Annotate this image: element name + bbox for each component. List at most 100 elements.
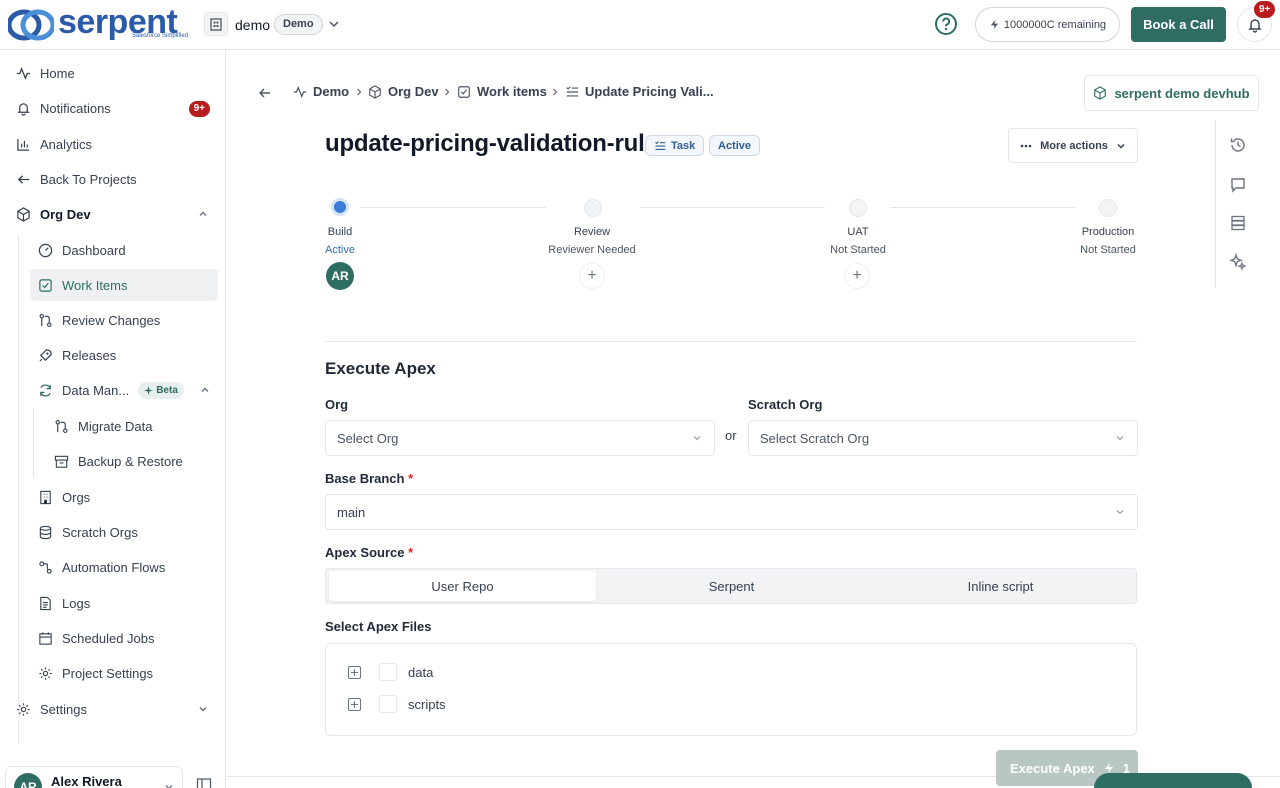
sidebar-item-back-to-projects[interactable]: Back To Projects [8, 163, 218, 195]
chevron-down-icon [165, 785, 173, 788]
user-menu[interactable]: AR Alex Rivera [5, 766, 183, 788]
sidebar-item-dashboard[interactable]: Dashboard [30, 234, 218, 266]
tree-line-nested [33, 408, 34, 478]
tour-guide-pill[interactable] [1094, 773, 1252, 788]
sidebar-item-orgs[interactable]: Orgs [30, 481, 218, 513]
chevron-up-icon[interactable] [198, 209, 208, 219]
sidebar-label: Dashboard [62, 242, 126, 258]
breadcrumb-org-dev[interactable]: Org Dev [368, 84, 439, 99]
calendar-icon [39, 631, 52, 645]
sidebar-item-data-management[interactable]: Data Man... Beta [30, 374, 218, 406]
activity-icon [293, 85, 307, 98]
page-title: update-pricing-validation-rules [325, 130, 671, 157]
sidebar-label: Logs [62, 595, 91, 611]
sidebar-label: Analytics [40, 136, 93, 152]
expand-icon[interactable] [348, 697, 361, 711]
sidebar-item-scratch-orgs[interactable]: Scratch Orgs [30, 516, 218, 548]
sidebar-label: Data Man... [62, 382, 130, 398]
base-branch-label: Base Branch * [325, 471, 413, 486]
stage-build-assignee-avatar[interactable]: AR [326, 262, 354, 290]
task-list-icon [566, 85, 579, 97]
sidebar-item-analytics[interactable]: Analytics [8, 128, 218, 160]
sidebar-item-logs[interactable]: Logs [30, 587, 218, 619]
sidebar-item-project-settings[interactable]: Project Settings [30, 657, 218, 689]
scratch-org-select[interactable]: Select Scratch Org [748, 420, 1138, 456]
sparkles-icon[interactable] [1229, 253, 1247, 271]
sidebar-label: Home [40, 65, 75, 81]
credits-text: 1000000C remaining [1003, 18, 1107, 31]
sidebar-item-backup-restore[interactable]: Backup & Restore [46, 445, 218, 477]
comment-icon[interactable] [1229, 176, 1247, 194]
sidebar-item-notifications[interactable]: Notifications 9+ [8, 92, 218, 124]
required-marker: * [408, 471, 414, 486]
sidebar-item-releases[interactable]: Releases [30, 339, 218, 371]
ellipsis-icon [1020, 144, 1032, 147]
workspace-chevron-down-icon[interactable] [327, 17, 341, 31]
sidebar-label: Orgs [62, 489, 91, 505]
help-icon[interactable] [934, 12, 958, 36]
checkbox-icon [458, 85, 470, 98]
stage-connector [640, 207, 825, 208]
sidebar-item-project[interactable]: Org Dev [8, 198, 218, 230]
workspace-name[interactable]: demo [235, 17, 270, 33]
database-icon [39, 525, 52, 539]
chevron-down-icon [1116, 436, 1124, 441]
book-call-button[interactable]: Book a Call [1131, 7, 1226, 42]
stage-review-indicator[interactable] [584, 199, 602, 217]
workspace-icon[interactable] [204, 12, 228, 36]
breadcrumb-label: Update Pricing Vali... [585, 84, 714, 99]
stage-uat-name: UAT [847, 226, 869, 238]
stage-production-name: Production [1081, 226, 1135, 238]
more-actions-button[interactable]: More actions [1008, 128, 1138, 163]
back-arrow-icon[interactable] [258, 86, 272, 100]
sidebar-item-automation-flows[interactable]: Automation Flows [30, 551, 218, 583]
sidebar-item-review-changes[interactable]: Review Changes [30, 304, 218, 336]
org-label: Org [325, 397, 349, 412]
expand-icon[interactable] [348, 665, 361, 679]
devhub-button[interactable]: serpent demo devhub [1084, 75, 1259, 111]
tree-node-data[interactable]: data [348, 663, 433, 681]
chevron-down-icon[interactable] [198, 704, 208, 714]
chevron-up-icon[interactable] [200, 385, 210, 395]
org-select[interactable]: Select Org [325, 420, 715, 456]
status-badge: Active [709, 135, 761, 156]
or-separator: or [725, 428, 737, 443]
tree-node-label: data [408, 664, 434, 680]
base-branch-label-text: Base Branch [325, 471, 405, 486]
sidebar-item-settings[interactable]: Settings [8, 693, 218, 725]
sidebar-item-migrate-data[interactable]: Migrate Data [46, 410, 218, 442]
sidebar-item-scheduled-jobs[interactable]: Scheduled Jobs [30, 622, 218, 654]
tree-node-checkbox[interactable] [379, 663, 397, 681]
add-uat-assignee-button[interactable]: + [844, 263, 870, 289]
org-select-value: Select Org [337, 430, 399, 446]
sidebar-label: Releases [62, 347, 117, 363]
history-icon[interactable] [1229, 136, 1247, 154]
type-label: Task [671, 139, 696, 152]
sidebar-item-work-items[interactable]: Work Items [30, 269, 218, 301]
stage-build-indicator[interactable] [331, 198, 349, 216]
base-branch-select[interactable]: main [325, 494, 1138, 530]
stage-uat-indicator[interactable] [849, 199, 867, 217]
activity-icon [16, 66, 31, 80]
tree-node-checkbox[interactable] [379, 695, 397, 713]
more-actions-label: More actions [1040, 139, 1108, 152]
breadcrumb-label: Org Dev [388, 84, 439, 99]
source-option-serpent[interactable]: Serpent [598, 571, 865, 601]
source-option-inline-script[interactable]: Inline script [867, 571, 1134, 601]
sidebar-item-home[interactable]: Home [8, 57, 218, 89]
sidebar-label: Back To Projects [40, 171, 137, 187]
serpent-logo[interactable]: serpent Salesforce Simplified [8, 4, 188, 43]
breadcrumb-work-items[interactable]: Work items [457, 84, 547, 99]
sidebar-label: Work Items [62, 277, 128, 293]
source-option-user-repo[interactable]: User Repo [329, 571, 596, 601]
credits-indicator[interactable]: 1000000C remaining [975, 7, 1120, 42]
add-reviewer-button[interactable]: + [579, 263, 605, 289]
breadcrumb-current-item: Update Pricing Vali... [565, 84, 714, 99]
stack-icon[interactable] [1229, 214, 1247, 232]
breadcrumb-label: Work items [477, 84, 547, 99]
stage-production-indicator[interactable] [1099, 199, 1117, 217]
breadcrumb-demo[interactable]: Demo [293, 84, 349, 99]
stage-connector [360, 207, 546, 208]
sidebar-toggle-icon[interactable] [196, 777, 212, 788]
tree-node-scripts[interactable]: scripts [348, 695, 446, 713]
